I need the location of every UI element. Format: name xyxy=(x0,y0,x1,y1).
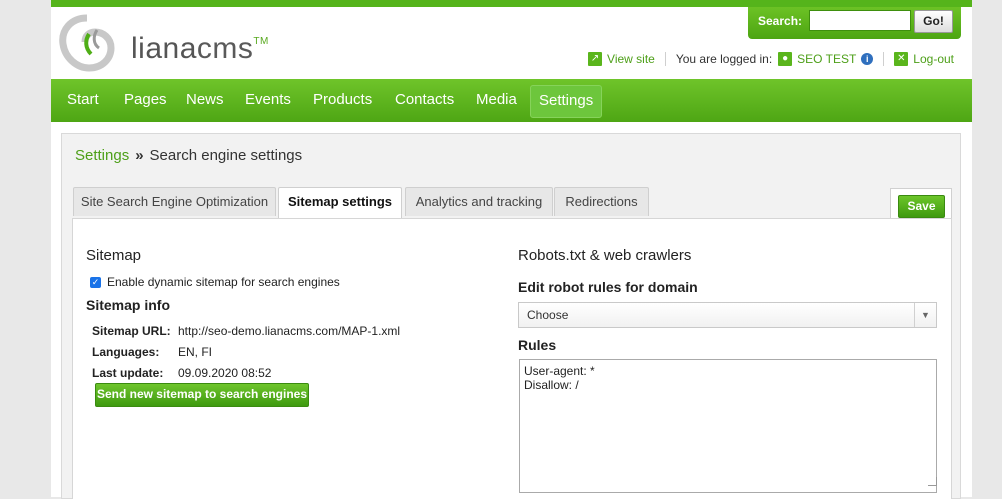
dynamic-sitemap-checkbox[interactable]: ✓ xyxy=(90,276,101,288)
user-name-link[interactable]: SEO TEST xyxy=(797,52,856,66)
external-link-icon: ↗ xyxy=(588,52,603,66)
nav-item-contacts[interactable]: Contacts xyxy=(387,85,462,116)
tab-content: Sitemap ✓ Enable dynamic sitemap for sea… xyxy=(72,218,952,499)
logo-text: lianacmsTM xyxy=(131,32,269,66)
logout-link[interactable]: Log-out xyxy=(913,52,954,66)
logged-in-label: You are logged in: xyxy=(675,52,773,66)
search-input[interactable] xyxy=(809,10,911,31)
tab-analytics[interactable]: Analytics and tracking xyxy=(405,187,553,216)
nav-item-media[interactable]: Media xyxy=(468,85,525,116)
user-bar: ↗ View site You are logged in: ● SEO TES… xyxy=(588,51,954,67)
info-icon[interactable]: i xyxy=(861,53,874,65)
logo-name: liana xyxy=(131,32,197,65)
page-title: Search engine settings xyxy=(149,147,303,164)
nav-item-products[interactable]: Products xyxy=(305,85,380,116)
domain-select[interactable]: Choose ▼ xyxy=(518,302,937,328)
last-update-value: 09.09.2020 08:52 xyxy=(178,366,272,380)
rules-textarea[interactable]: User-agent: * Disallow: / xyxy=(519,359,937,493)
nav-item-start[interactable]: Start xyxy=(59,85,107,116)
search-go-button[interactable]: Go! xyxy=(914,10,953,33)
save-button[interactable]: Save xyxy=(898,195,945,218)
domain-select-value: Choose xyxy=(527,308,569,322)
languages-label: Languages: xyxy=(92,345,160,359)
dynamic-sitemap-option: ✓ Enable dynamic sitemap for search engi… xyxy=(90,275,340,289)
nav-item-events[interactable]: Events xyxy=(237,85,299,116)
sitemap-url-label: Sitemap URL: xyxy=(92,324,171,338)
page: lianacmsTM Search: Go! ↗ View site You a… xyxy=(51,0,972,499)
liana-logo-icon xyxy=(59,14,115,72)
last-update-label: Last update: xyxy=(92,366,164,380)
sitemap-info-heading: Sitemap info xyxy=(86,297,171,313)
nav-item-pages[interactable]: Pages xyxy=(116,85,175,116)
save-area: Save xyxy=(890,188,952,221)
nav-item-settings[interactable]: Settings xyxy=(530,85,603,118)
tab-redirections[interactable]: Redirections xyxy=(554,187,649,216)
chevron-down-icon[interactable]: ▼ xyxy=(914,303,936,327)
breadcrumb-settings-link[interactable]: Settings xyxy=(75,147,129,164)
sitemap-url-value: http://seo-demo.lianacms.com/MAP-1.xml xyxy=(178,324,401,338)
settings-panel: Settings » Search engine settings Site Sea… xyxy=(61,133,961,499)
main-nav: Start Pages News Events Products Contact… xyxy=(51,79,972,122)
send-sitemap-button[interactable]: Send new sitemap to search engines xyxy=(95,383,309,407)
divider xyxy=(664,52,666,66)
logo[interactable]: lianacmsTM xyxy=(59,14,289,74)
user-icon: ● xyxy=(778,52,793,66)
edit-rules-heading: Edit robot rules for domain xyxy=(518,279,698,295)
languages-value: EN, FI xyxy=(178,345,213,359)
dynamic-sitemap-label: Enable dynamic sitemap for search engine… xyxy=(107,275,340,289)
search-label: Search: xyxy=(758,14,803,28)
tab-sitemap-settings[interactable]: Sitemap settings xyxy=(278,187,402,218)
tab-site-seo[interactable]: Site Search Engine Optimization xyxy=(73,187,276,216)
breadcrumb: Settings » Search engine settings xyxy=(75,147,302,164)
breadcrumb-separator: » xyxy=(135,147,144,164)
view-site-link[interactable]: View site xyxy=(607,52,655,66)
robots-heading: Robots.txt & web crawlers xyxy=(518,247,692,264)
search-box: Search: Go! xyxy=(748,7,961,39)
logout-icon: ✕ xyxy=(894,52,909,66)
resize-handle-icon[interactable] xyxy=(928,477,937,486)
logo-trademark: TM xyxy=(253,36,269,47)
nav-item-news[interactable]: News xyxy=(178,85,232,116)
top-accent-line xyxy=(51,0,972,7)
logo-suffix: cms xyxy=(196,32,254,65)
divider xyxy=(883,52,885,66)
rules-heading: Rules xyxy=(518,337,557,353)
sitemap-heading: Sitemap xyxy=(86,247,142,264)
